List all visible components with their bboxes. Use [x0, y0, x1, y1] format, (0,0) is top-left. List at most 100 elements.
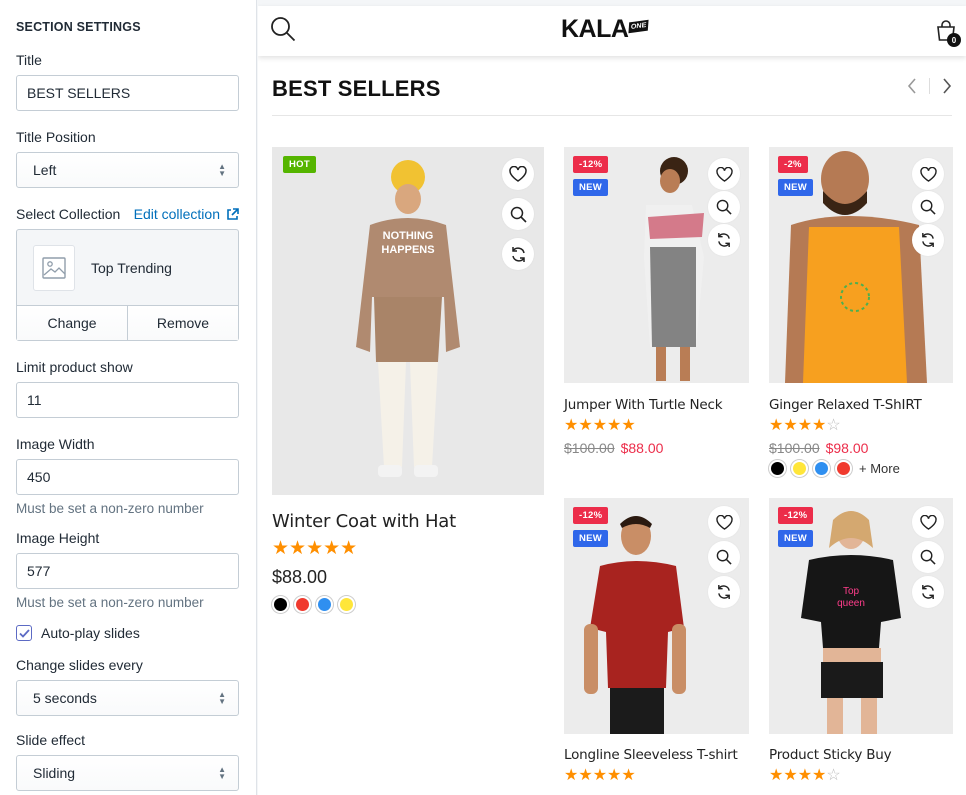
compare-button[interactable] [708, 224, 740, 256]
product-name[interactable]: Winter Coat with Hat [272, 511, 544, 532]
store-logo[interactable]: KALA ONE [561, 15, 650, 44]
swatch-red[interactable] [835, 460, 852, 477]
quickview-button[interactable] [912, 541, 944, 573]
product-photo: NOTHING HAPPENS [272, 147, 544, 495]
image-width-input[interactable] [16, 459, 239, 495]
section-header: BEST SELLERS [272, 76, 952, 116]
compare-icon [511, 246, 525, 262]
old-price: $100.00 [564, 440, 615, 456]
product-name[interactable]: Jumper With Turtle Neck [564, 397, 749, 413]
product-image[interactable]: Top queen -12% NEW [769, 498, 953, 734]
product-image[interactable]: NOTHING HAPPENS HOT [272, 147, 544, 495]
product-prices: $100.00 $88.00 [564, 440, 749, 456]
title-input[interactable] [16, 75, 239, 111]
color-swatches [272, 596, 544, 613]
new-badge: NEW [778, 179, 814, 196]
product-card[interactable]: -2% NEW Ginger Relaxed T-ShIRT ★★★★☆ $10… [769, 147, 953, 477]
remove-button[interactable]: Remove [127, 306, 238, 340]
product-image[interactable]: -12% NEW [564, 147, 749, 383]
zoom-icon [716, 199, 732, 215]
quickview-button[interactable] [912, 191, 944, 223]
title-position-label: Title Position [16, 129, 96, 145]
compare-icon [718, 584, 730, 600]
wishlist-button[interactable] [912, 158, 944, 190]
rating-stars: ★★★★★ [564, 417, 636, 434]
compare-button[interactable] [502, 238, 534, 270]
wishlist-button[interactable] [708, 506, 740, 538]
swatch-red[interactable] [294, 596, 311, 613]
checkmark-icon [18, 628, 30, 638]
slide-effect-select[interactable]: Sliding ▲ ▼ [16, 755, 239, 791]
wishlist-button[interactable] [912, 506, 944, 538]
heart-icon [509, 166, 527, 182]
autoplay-checkbox[interactable] [16, 625, 32, 641]
title-label: Title [16, 52, 42, 68]
change-every-select[interactable]: 5 seconds ▲ ▼ [16, 680, 239, 716]
image-width-help: Must be set a non-zero number [16, 501, 204, 516]
quickview-button[interactable] [502, 198, 534, 230]
quickview-button[interactable] [708, 191, 740, 223]
panel-header: SECTION SETTINGS [16, 20, 141, 34]
swatch-blue[interactable] [813, 460, 830, 477]
compare-button[interactable] [708, 576, 740, 608]
swatch-black[interactable] [272, 596, 289, 613]
more-colors-link[interactable]: + More [859, 461, 900, 476]
sale-price: $98.00 [825, 440, 869, 456]
product-name[interactable]: Ginger Relaxed T-ShIRT [769, 397, 953, 413]
search-icon[interactable] [270, 16, 296, 42]
color-swatches: + More [769, 460, 953, 477]
limit-input[interactable] [16, 382, 239, 418]
select-caret-icon: ▲ ▼ [218, 690, 226, 706]
chevron-right-icon[interactable] [942, 78, 952, 94]
cart-button[interactable]: 0 [936, 20, 961, 47]
swatch-blue[interactable] [316, 596, 333, 613]
compare-icon [922, 232, 934, 248]
change-every-label: Change slides every [16, 657, 143, 673]
discount-badge: -12% [573, 507, 609, 524]
quickview-button[interactable] [708, 541, 740, 573]
zoom-icon [716, 549, 732, 565]
store-preview: KALA ONE 0 BEST SELLERS NOTHING HAPPENS … [258, 0, 966, 795]
change-button[interactable]: Change [17, 306, 127, 340]
chevron-left-icon[interactable] [907, 78, 917, 94]
product-name[interactable]: Product Sticky Buy [769, 747, 953, 763]
product-image[interactable]: -2% NEW [769, 147, 953, 383]
change-every-value: 5 seconds [33, 690, 97, 706]
compare-icon [922, 584, 934, 600]
logo-text: KALA [561, 15, 629, 43]
section-title: BEST SELLERS [272, 76, 441, 101]
title-position-value: Left [33, 162, 57, 178]
rating-stars: ★★★★★ [272, 538, 358, 559]
autoplay-row[interactable]: Auto-play slides [16, 625, 238, 641]
discount-badge: -12% [778, 507, 814, 524]
image-width-label: Image Width [16, 436, 95, 452]
product-card[interactable]: Top queen -12% NEW Product Sticky Buy ★★… [769, 498, 953, 785]
new-badge: NEW [573, 530, 609, 547]
product-card[interactable]: -12% NEW Longline Sleeveless T-shirt ★★★… [564, 498, 749, 785]
select-caret-icon: ▲ ▼ [218, 765, 226, 781]
wishlist-button[interactable] [502, 158, 534, 190]
shirt-print: NOTHING [383, 230, 434, 242]
compare-button[interactable] [912, 224, 944, 256]
image-height-input[interactable] [16, 553, 239, 589]
wishlist-button[interactable] [708, 158, 740, 190]
swatch-yellow[interactable] [338, 596, 355, 613]
cart-count-badge: 0 [947, 33, 961, 47]
edit-collection-text: Edit collection [133, 206, 220, 222]
shirt-print: queen [837, 598, 865, 609]
store-header: KALA ONE 0 [258, 6, 966, 56]
shirt-print: HAPPENS [381, 244, 434, 256]
swatch-black[interactable] [769, 460, 786, 477]
compare-button[interactable] [912, 576, 944, 608]
select-collection-label: Select Collection [16, 206, 121, 222]
edit-collection-link[interactable]: Edit collection [134, 206, 239, 222]
product-card[interactable]: -12% NEW Jumper With Turtle Neck ★★★★★ $… [564, 147, 749, 456]
slide-effect-value: Sliding [33, 765, 76, 781]
product-name[interactable]: Longline Sleeveless T-shirt [564, 747, 749, 763]
swatch-yellow[interactable] [791, 460, 808, 477]
collection-name: Top Trending [91, 259, 172, 276]
discount-badge: -2% [778, 156, 808, 173]
product-card[interactable]: NOTHING HAPPENS HOT Winter Coat with Hat… [272, 147, 544, 613]
product-image[interactable]: -12% NEW [564, 498, 749, 734]
title-position-select[interactable]: Left ▲ ▼ [16, 152, 239, 188]
